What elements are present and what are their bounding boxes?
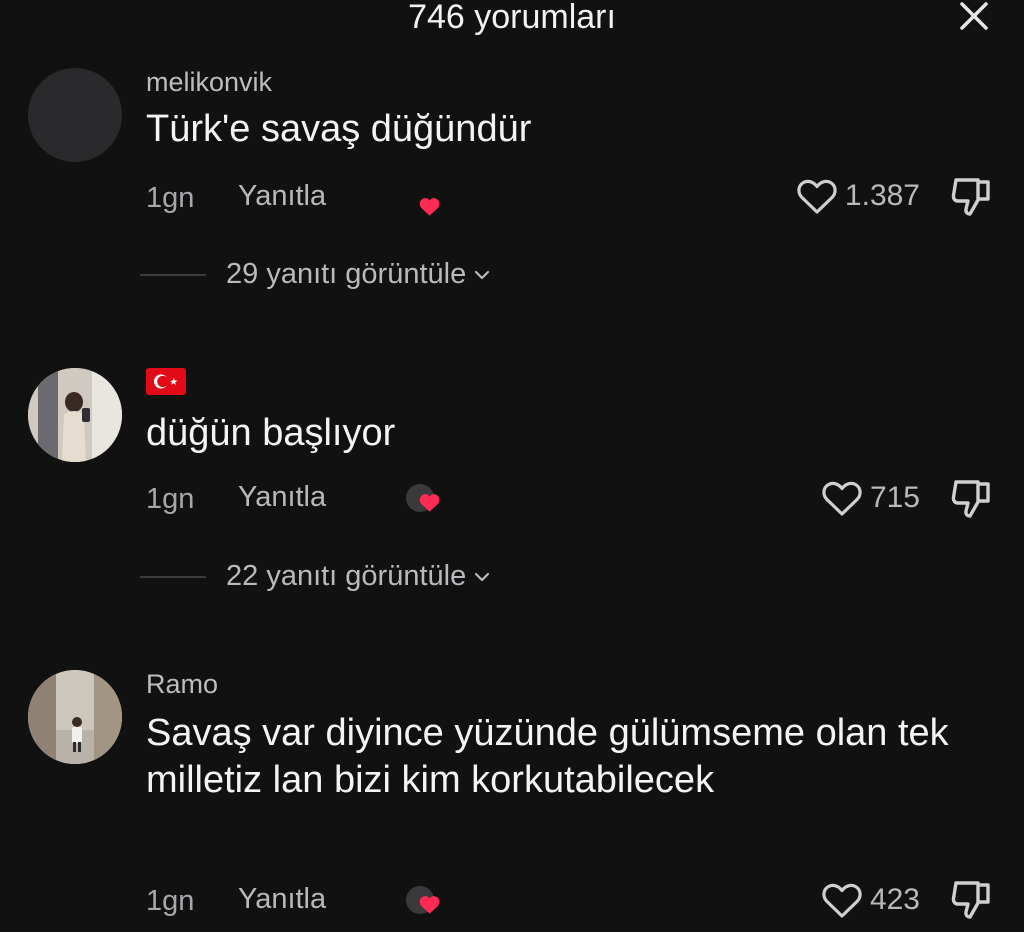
view-replies-button[interactable]: 29 yanıtı görüntüle — [140, 258, 490, 291]
comments-count-title: 746 yorumları — [408, 0, 616, 36]
like-count: 423 — [869, 883, 920, 916]
like-count: 1.387 — [844, 179, 920, 212]
avatar[interactable] — [28, 368, 122, 462]
comment-username[interactable]: melikonvik — [146, 66, 272, 98]
reply-button[interactable]: Yanıtla — [238, 481, 326, 514]
comment-time: 1gn — [146, 483, 195, 515]
creator-heart-icon — [406, 484, 440, 512]
creator-heart-icon — [406, 886, 440, 914]
divider-line — [140, 575, 206, 578]
avatar[interactable] — [28, 670, 122, 764]
avatar[interactable] — [28, 68, 122, 162]
comment-text: Savaş var diyince yüzünde gülümseme olan… — [146, 712, 949, 801]
close-button[interactable] — [954, 0, 994, 34]
reply-button[interactable]: Yanıtla — [238, 180, 326, 213]
thumbs-down-icon — [951, 480, 990, 518]
like-button[interactable]: 1.387 — [795, 176, 920, 216]
heart-outline-icon — [822, 481, 862, 516]
comment-time: 1gn — [146, 885, 195, 917]
dislike-button[interactable] — [948, 476, 996, 520]
comment-text: düğün başlıyor — [146, 412, 396, 454]
close-icon — [960, 2, 988, 30]
view-replies-label: 22 yanıtı görüntüle — [226, 560, 467, 592]
dislike-button[interactable] — [948, 174, 996, 218]
thumbs-down-icon — [951, 881, 990, 919]
divider-line — [140, 273, 206, 276]
avatar-photo — [28, 368, 122, 462]
turkey-flag-icon — [146, 368, 186, 395]
chevron-down-icon — [475, 270, 490, 279]
heart-outline-icon — [822, 883, 862, 918]
creator-heart-icon — [419, 198, 440, 216]
dislike-button[interactable] — [948, 877, 996, 921]
avatar-photo — [28, 670, 122, 764]
thumbs-down-icon — [951, 178, 990, 216]
view-replies-button[interactable]: 22 yanıtı görüntüle — [140, 560, 490, 593]
comment-time: 1gn — [146, 182, 195, 214]
view-replies-label: 29 yanıtı görüntüle — [226, 258, 467, 290]
comment-username[interactable]: Ramo — [146, 668, 218, 700]
reply-button[interactable]: Yanıtla — [238, 883, 326, 916]
like-button[interactable]: 715 — [820, 478, 920, 518]
like-count: 715 — [869, 481, 920, 514]
comment-text: Türk'e savaş düğündür — [146, 108, 532, 150]
heart-outline-icon — [797, 179, 837, 214]
chevron-down-icon — [475, 572, 490, 581]
like-button[interactable]: 423 — [820, 880, 920, 920]
